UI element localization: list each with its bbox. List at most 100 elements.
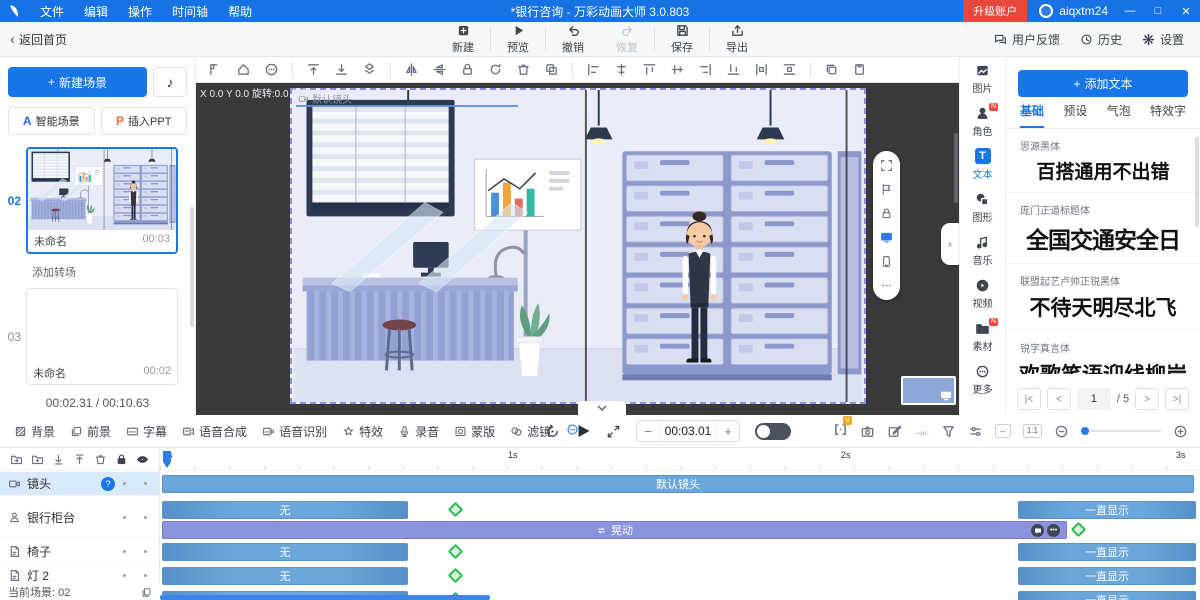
fit-width-button[interactable]: ↔	[995, 424, 1011, 438]
play-button[interactable]	[575, 423, 591, 439]
move-up-icon[interactable]	[73, 453, 86, 466]
user-avatar[interactable]	[1039, 4, 1053, 18]
smart-scene-button[interactable]: A智能场景	[8, 107, 95, 135]
keyframe-diamond[interactable]	[448, 568, 464, 584]
more-dots-icon[interactable]	[880, 279, 893, 292]
export-button[interactable]: 导出	[710, 23, 764, 55]
hold-bar[interactable]: 一直显示	[1018, 543, 1196, 561]
timeline-tracks[interactable]: 0s 1s 2s 3s 默认镜头 无 一直显示 晃动 ••• 无 一直显示 无 …	[160, 448, 1200, 600]
rail-item-more[interactable]: 更多	[960, 358, 1005, 401]
scene-thumbnail-selected[interactable]: 未命名00:03	[26, 147, 178, 254]
rail-item-image[interactable]: 图片	[960, 57, 1005, 100]
feedback-button[interactable]: 用户反馈	[994, 31, 1060, 48]
hold-bar[interactable]: 一直显示	[1018, 501, 1196, 519]
row-toggles[interactable]	[123, 550, 147, 553]
stage-scrollbar[interactable]	[954, 133, 958, 203]
home-icon[interactable]	[236, 62, 251, 77]
more-circle-icon[interactable]	[264, 62, 279, 77]
more-action-icon[interactable]: •••	[1047, 524, 1060, 537]
page-number-input[interactable]: 1	[1077, 388, 1111, 410]
timeline-h-scrollbar[interactable]	[160, 595, 490, 600]
zoom-out-icon[interactable]	[1054, 424, 1069, 439]
undo-button[interactable]: 撤销	[546, 23, 600, 55]
subtitle-button[interactable]: 字幕	[126, 423, 167, 440]
minimize-button[interactable]: —	[1116, 5, 1144, 17]
rail-item-shape[interactable]: 图形	[960, 186, 1005, 229]
add-folder-icon[interactable]	[31, 453, 44, 466]
rail-item-material[interactable]: N 素材	[960, 315, 1005, 358]
tab-effect-text[interactable]: 特效字	[1150, 102, 1186, 128]
speech-action-icon[interactable]	[1031, 524, 1044, 537]
rail-item-video[interactable]: 视频	[960, 272, 1005, 315]
distribute-h-icon[interactable]	[754, 62, 769, 77]
font-item[interactable]: 锐字真言体 欢歌笑语迎线柳岸	[1006, 340, 1200, 382]
adjust-sliders-icon[interactable]	[968, 424, 983, 439]
effects-button[interactable]: 特效	[342, 423, 383, 440]
upgrade-account-button[interactable]: 升级账户	[963, 0, 1027, 22]
maximize-button[interactable]: □	[1144, 5, 1172, 17]
lock-icon[interactable]	[460, 62, 475, 77]
bring-to-front-icon[interactable]	[306, 62, 321, 77]
background-button[interactable]: 背景	[14, 423, 55, 440]
close-button[interactable]: ✕	[1172, 5, 1200, 18]
paste-icon[interactable]	[852, 62, 867, 77]
rail-item-character[interactable]: N 角色	[960, 100, 1005, 143]
monitor-icon[interactable]	[880, 231, 893, 244]
settings-button[interactable]: 设置	[1142, 31, 1184, 48]
ruler-corner-icon[interactable]	[208, 62, 223, 77]
menu-edit[interactable]: 编辑	[74, 3, 118, 20]
playhead[interactable]	[161, 450, 173, 469]
row-toggles[interactable]	[123, 574, 147, 577]
flag-icon[interactable]	[880, 183, 893, 196]
move-down-icon[interactable]	[52, 453, 65, 466]
layer-row-camera[interactable]: 镜头 ?	[0, 472, 159, 496]
menu-file[interactable]: 文件	[30, 3, 74, 20]
copy-icon[interactable]	[824, 62, 839, 77]
tab-preset[interactable]: 预设	[1063, 102, 1087, 128]
layer-row-bank-counter[interactable]: 银行柜台	[0, 498, 159, 538]
font-item[interactable]: 庞门正道标题体 全国交通安全日	[1006, 202, 1200, 264]
add-text-button[interactable]: +添加文本	[1018, 70, 1188, 97]
hold-bar[interactable]: 一直显示	[1018, 567, 1196, 585]
marker-tool[interactable]: V	[833, 422, 848, 440]
font-item[interactable]: 联盟起艺卢帅正锐黑体 不待天明尽北飞	[1006, 273, 1200, 331]
flip-horizontal-icon[interactable]	[404, 62, 419, 77]
screenshot-icon[interactable]	[860, 424, 875, 439]
align-bottom-icon[interactable]	[726, 62, 741, 77]
menu-timeline[interactable]: 时间轴	[162, 3, 218, 20]
scene-music-button[interactable]: ♪	[153, 67, 187, 97]
keyframe-diamond[interactable]	[1071, 522, 1087, 538]
phone-icon[interactable]	[880, 255, 893, 268]
align-top-icon[interactable]	[642, 62, 657, 77]
keyframe-diamond[interactable]	[448, 502, 464, 518]
distribute-v-icon[interactable]	[782, 62, 797, 77]
edit-icon[interactable]	[887, 424, 902, 439]
timecode-value[interactable]: 00:03.01	[659, 421, 717, 441]
time-minus-button[interactable]: −	[637, 424, 659, 439]
record-button[interactable]: 录音	[398, 423, 439, 440]
action-bar[interactable]: 晃动 •••	[162, 521, 1067, 539]
new-scene-button[interactable]: +新建场景	[8, 67, 147, 97]
eye-icon[interactable]	[136, 453, 149, 466]
rail-item-text[interactable]: T 文本	[960, 143, 1005, 186]
camera-track-bar[interactable]: 默认镜头	[162, 475, 1194, 493]
slider-knob[interactable]	[1081, 427, 1089, 435]
autoplay-toggle[interactable]	[755, 423, 791, 440]
actual-size-button[interactable]: 1:1	[1023, 424, 1042, 438]
funnel-icon[interactable]	[941, 424, 956, 439]
menu-operate[interactable]: 操作	[118, 3, 162, 20]
collapse-stage-button[interactable]	[578, 401, 626, 415]
flip-vertical-icon[interactable]	[432, 62, 447, 77]
mask-button[interactable]: 蒙版	[454, 423, 495, 440]
rotate-icon[interactable]	[488, 62, 503, 77]
row-toggles[interactable]	[123, 482, 147, 485]
insert-ppt-button[interactable]: P插入PPT	[101, 107, 188, 135]
move-layer-up-icon[interactable]	[362, 62, 377, 77]
tab-basic[interactable]: 基础	[1020, 102, 1044, 128]
tab-bubble[interactable]: 气泡	[1107, 102, 1131, 128]
scene-item[interactable]: 02 未命名00:03	[0, 147, 195, 254]
rail-item-music[interactable]: 音乐	[960, 229, 1005, 272]
tts-button[interactable]: 语音合成	[182, 423, 247, 440]
add-transition-link[interactable]: 添加转场	[32, 264, 195, 280]
delete-icon[interactable]	[516, 62, 531, 77]
